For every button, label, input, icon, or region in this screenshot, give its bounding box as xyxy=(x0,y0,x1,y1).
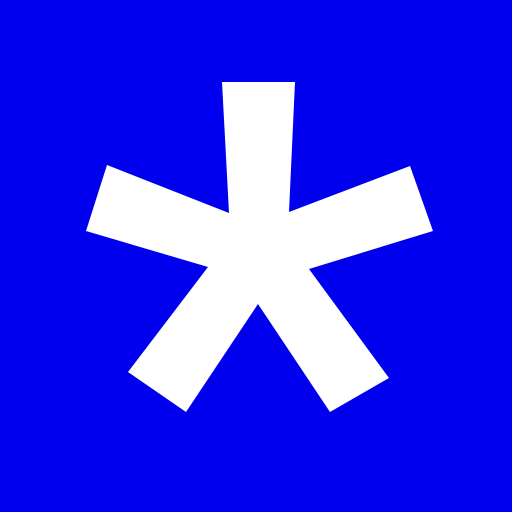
icon-canvas xyxy=(0,0,512,512)
asterisk-svg xyxy=(0,0,512,512)
